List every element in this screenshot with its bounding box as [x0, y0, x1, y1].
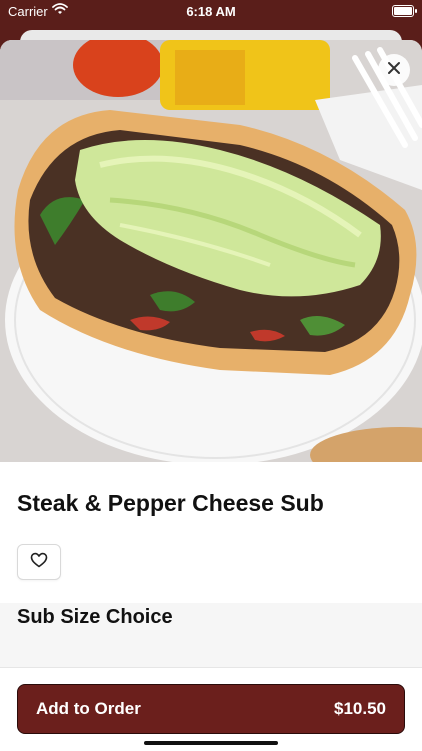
home-indicator — [144, 741, 278, 745]
item-price: $10.50 — [334, 699, 386, 718]
section-heading-sub-size: Sub Size Choice — [17, 606, 173, 628]
close-button[interactable] — [378, 54, 410, 86]
item-detail-sheet: Steak & Pepper Cheese Sub — [0, 40, 422, 750]
add-to-order-label: Add to Order — [36, 699, 141, 718]
battery-icon — [392, 5, 417, 17]
heart-icon — [30, 552, 48, 573]
favorite-button[interactable] — [17, 544, 61, 580]
status-bar: Carrier 6:18 AM — [0, 0, 422, 24]
add-to-order-button[interactable]: Add to Order $10.50 — [17, 684, 405, 734]
close-icon — [387, 61, 401, 80]
item-photo — [0, 40, 422, 462]
item-title: Steak & Pepper Cheese Sub — [17, 490, 324, 516]
status-time: 6:18 AM — [186, 4, 236, 19]
